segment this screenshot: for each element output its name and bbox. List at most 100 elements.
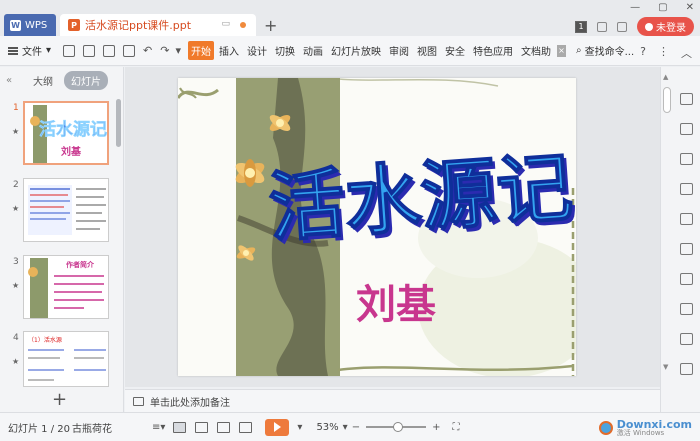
zoom-slider-knob[interactable] [392, 422, 403, 432]
star-icon: ★ [12, 204, 20, 213]
tab-animation[interactable]: 动画 [300, 41, 326, 60]
slide-thumbnail-image: （1）活水源 [23, 331, 109, 387]
play-options-icon[interactable]: ▾ [297, 422, 302, 433]
wps-home-tab[interactable]: W WPS [4, 14, 56, 36]
more-panel-icon[interactable] [680, 363, 693, 375]
collapse-panel-icon[interactable]: « [6, 75, 26, 86]
window-icon[interactable] [680, 273, 693, 285]
watermark-logo-icon [598, 421, 613, 435]
document-tab[interactable]: P 活水源记ppt课件.ppt ▭ [60, 14, 256, 36]
scroll-up-icon[interactable]: ▲ [663, 73, 668, 81]
save-icon[interactable] [63, 44, 76, 57]
tab-special[interactable]: 特色应用 [470, 41, 516, 60]
smart-beautify-icon[interactable] [680, 93, 693, 105]
export-pdf-icon[interactable] [83, 44, 96, 57]
collapse-ribbon-icon[interactable]: ︿ [681, 45, 692, 61]
search-command[interactable]: ⌕ 查找命令... [576, 43, 634, 58]
window-count-badge[interactable]: 1 [575, 20, 587, 33]
slide-sorter-icon[interactable] [195, 421, 209, 433]
tab-review[interactable]: 审阅 [386, 41, 412, 60]
custom-animation-icon[interactable] [680, 213, 693, 225]
minimize-icon[interactable]: — [630, 2, 640, 13]
file-menu-label: 文件 [22, 47, 42, 58]
ribbon-close-icon[interactable]: × [557, 44, 566, 57]
more-options-icon[interactable]: ⋮ [658, 45, 669, 61]
slide-number: 3 [13, 257, 19, 267]
slide-author[interactable]: 刘基 [356, 282, 436, 328]
add-slide-icon[interactable]: + [52, 389, 67, 410]
star-effect-icon[interactable] [680, 243, 693, 255]
tab-design[interactable]: 设计 [244, 41, 270, 60]
undo-icon[interactable]: ↶ [143, 44, 152, 57]
thumbnail-scrollbar[interactable] [116, 99, 121, 147]
properties-icon[interactable] [680, 183, 693, 195]
tab-home[interactable]: 开始 [188, 41, 214, 60]
slide-thumbnail-image: 活水源记 刘基 [23, 101, 109, 165]
zoom-slider[interactable] [366, 422, 427, 432]
slide-thumbnail-3[interactable]: 3 ★ 作者简介 [0, 255, 118, 325]
close-icon[interactable]: ✕ [686, 2, 694, 13]
tab-slideshow[interactable]: 幻灯片放映 [328, 41, 384, 60]
print-icon[interactable] [103, 44, 116, 57]
tab-outline[interactable]: 大纲 [26, 71, 60, 90]
search-command-label: 查找命令... [584, 47, 635, 58]
reading-view-icon[interactable] [217, 421, 231, 433]
presenter-view-icon[interactable] [239, 421, 253, 433]
scroll-down-icon[interactable]: ▼ [663, 363, 668, 371]
slide-thumbnail-1[interactable]: 1 ★ 活水源记 刘基 [0, 101, 118, 171]
ppt-file-icon: P [68, 19, 80, 31]
tab-slides[interactable]: 幻灯片 [64, 70, 108, 90]
play-slideshow-button[interactable] [265, 418, 290, 436]
login-label: 未登录 [656, 23, 686, 34]
theme-name[interactable]: 古瓶荷花 [72, 420, 152, 435]
print-preview-icon[interactable] [123, 44, 136, 57]
notes-toggle-icon[interactable]: ≡▾ [152, 422, 165, 433]
skin-icon[interactable] [597, 21, 607, 32]
thumb-title: 活水源记 [39, 119, 107, 140]
notes-bar[interactable]: 单击此处添加备注 [125, 389, 660, 412]
redo-icon[interactable]: ↷ [160, 44, 169, 57]
notes-placeholder: 单击此处添加备注 [150, 397, 230, 409]
zoom-in-icon[interactable]: + [432, 422, 440, 433]
login-button[interactable]: 未登录 [637, 17, 694, 36]
fit-window-icon[interactable]: ⛶ [452, 422, 459, 433]
unsaved-dot-icon [240, 22, 246, 28]
hamburger-icon [8, 46, 18, 55]
normal-view-icon[interactable] [173, 421, 187, 433]
site-watermark: Downxi.com 激活 Windows [598, 419, 692, 437]
zoom-out-icon[interactable]: − [352, 422, 360, 433]
more-tools-icon[interactable]: ▾ [175, 44, 181, 57]
wps-logo-icon: W [10, 19, 21, 31]
monitor-icon[interactable]: ▭ [221, 19, 230, 29]
slide-thumbnail-image [23, 178, 109, 242]
tab-doc-assistant[interactable]: 文档助 [518, 41, 554, 60]
slide-editor: 活水源记 活水源记 刘基 [125, 67, 660, 387]
wps-tab-label: WPS [25, 19, 48, 31]
help-icon[interactable]: ? [640, 45, 646, 61]
tab-security[interactable]: 安全 [442, 41, 468, 60]
add-tab-icon[interactable]: + [264, 16, 277, 35]
slide-canvas[interactable]: 活水源记 活水源记 刘基 [178, 78, 576, 376]
tab-insert[interactable]: 插入 [216, 41, 242, 60]
editor-scrollbar[interactable] [663, 87, 671, 113]
shape-icon[interactable] [680, 153, 693, 165]
file-menu-button[interactable]: 文件 ▾ [8, 43, 51, 58]
slide-thumbnail-2[interactable]: 2 ★ [0, 178, 118, 248]
slide-number: 4 [13, 333, 19, 343]
star-icon: ★ [12, 357, 20, 366]
picture-icon[interactable] [680, 303, 693, 315]
zoom-dropdown-icon[interactable]: ▾ [343, 422, 348, 433]
title-bar: W WPS P 活水源记ppt课件.ppt ▭ + — ▢ ✕ 1 未登录 [0, 0, 700, 36]
tab-transition[interactable]: 切换 [272, 41, 298, 60]
settings-icon[interactable] [617, 21, 627, 32]
zoom-level[interactable]: 53% [316, 422, 338, 433]
note-icon [133, 396, 144, 406]
document-tab-label: 活水源记ppt课件.ppt [85, 19, 192, 32]
slide-number: 1 [13, 103, 19, 113]
copy-style-icon[interactable] [680, 123, 693, 135]
search-icon: ⌕ [576, 45, 582, 56]
audio-icon[interactable] [680, 333, 693, 345]
tab-view[interactable]: 视图 [414, 41, 440, 60]
maximize-icon[interactable]: ▢ [658, 2, 667, 13]
status-bar: 幻灯片 1 / 20 古瓶荷花 ≡▾ ▾ 53% ▾ − + ⛶ Downxi.… [0, 412, 700, 441]
